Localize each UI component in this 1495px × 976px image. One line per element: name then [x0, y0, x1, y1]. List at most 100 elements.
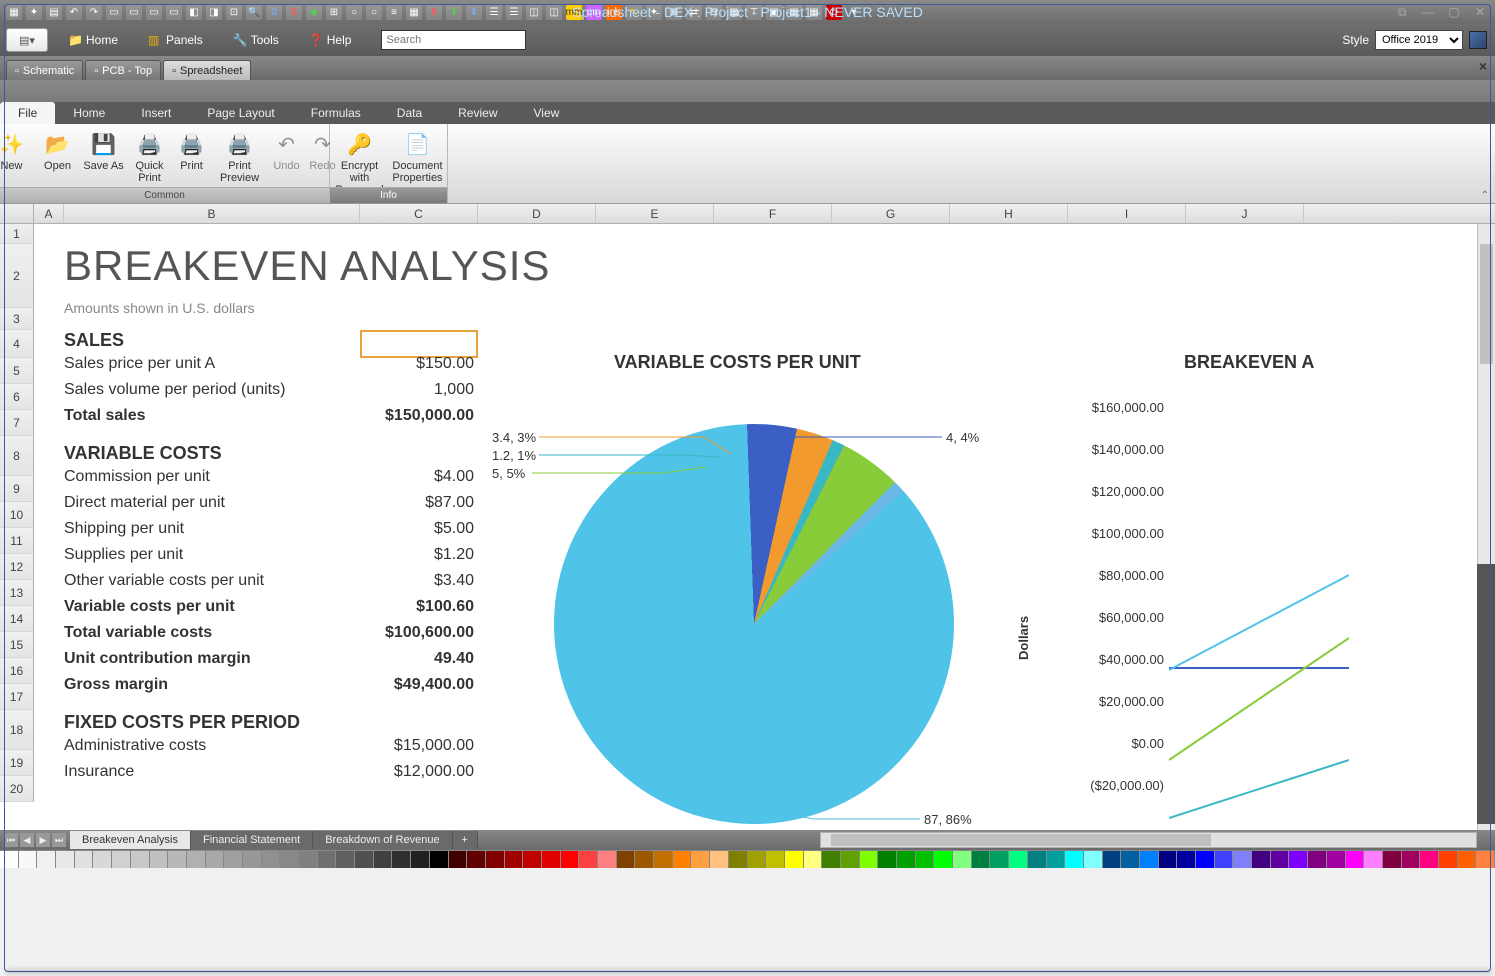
select-all-cell[interactable] [0, 204, 34, 223]
palette-swatch[interactable] [972, 851, 991, 868]
doc-tab[interactable]: ▫Schematic [6, 60, 83, 80]
row-header[interactable]: 3 [0, 308, 34, 330]
row-header[interactable]: 11 [0, 528, 34, 554]
qa-icon[interactable]: ▭ [126, 4, 142, 20]
row-header[interactable]: 1 [0, 224, 34, 244]
palette-swatch[interactable] [112, 851, 131, 868]
ribbon-tab-home[interactable]: Home [55, 102, 123, 124]
palette-swatch[interactable] [355, 851, 374, 868]
palette-swatch[interactable] [505, 851, 524, 868]
palette-swatch[interactable] [1439, 851, 1458, 868]
minimize-icon[interactable]: — [1419, 4, 1437, 20]
palette-swatch[interactable] [673, 851, 692, 868]
palette-swatch[interactable] [1028, 851, 1047, 868]
palette-swatch[interactable] [860, 851, 879, 868]
palette-swatch[interactable] [1346, 851, 1365, 868]
undo-button[interactable]: ↶Undo [269, 128, 305, 184]
row-header[interactable]: 2 [0, 244, 34, 308]
palette-swatch[interactable] [916, 851, 935, 868]
close-tab-icon[interactable]: × [1479, 58, 1487, 74]
undo-icon[interactable]: ↶ [66, 4, 82, 20]
palette-swatch[interactable] [1065, 851, 1084, 868]
palette-swatch[interactable] [990, 851, 1009, 868]
qa-icon[interactable]: ◫ [546, 4, 562, 20]
palette-swatch[interactable] [1009, 851, 1028, 868]
palette-swatch[interactable] [467, 851, 486, 868]
row-header[interactable]: 20 [0, 776, 34, 802]
qa-icon[interactable]: ▭ [166, 4, 182, 20]
app-menu-button[interactable]: ▤▾ [6, 28, 48, 52]
new-button[interactable]: ✨New [0, 128, 35, 184]
column-header[interactable]: B [64, 204, 360, 223]
palette-swatch[interactable] [1159, 851, 1178, 868]
palette-swatch[interactable] [654, 851, 673, 868]
palette-swatch[interactable] [336, 851, 355, 868]
ribbon-tab-file[interactable]: File [0, 102, 55, 124]
palette-swatch[interactable] [243, 851, 262, 868]
qa-icon[interactable]: ▭ [106, 4, 122, 20]
palette-swatch[interactable] [1420, 851, 1439, 868]
palette-swatch[interactable] [1252, 851, 1271, 868]
row-header[interactable]: 9 [0, 476, 34, 502]
doc-tab[interactable]: ▫PCB - Top [85, 60, 161, 80]
row-header[interactable]: 16 [0, 658, 34, 684]
palette-swatch[interactable] [486, 851, 505, 868]
palette-swatch[interactable] [934, 851, 953, 868]
palette-swatch[interactable] [1121, 851, 1140, 868]
palette-swatch[interactable] [280, 851, 299, 868]
palette-swatch[interactable] [449, 851, 468, 868]
palette-swatch[interactable] [785, 851, 804, 868]
sheet-tab[interactable]: Financial Statement [191, 831, 313, 849]
palette-swatch[interactable] [206, 851, 225, 868]
qa-icon[interactable]: ≡ [386, 4, 402, 20]
palette-swatch[interactable] [1177, 851, 1196, 868]
palette-swatch[interactable] [878, 851, 897, 868]
qa-icon[interactable]: ▦ [406, 4, 422, 20]
sheet-content[interactable]: BREAKEVEN ANALYSIS Amounts shown in U.S.… [34, 224, 1495, 830]
menu-home[interactable]: 📁Home [68, 33, 118, 47]
qa-icon[interactable]: ⊞ [326, 4, 342, 20]
menu-tools[interactable]: 🔧Tools [233, 33, 279, 47]
palette-swatch[interactable] [542, 851, 561, 868]
doc-tab[interactable]: ▫Spreadsheet [163, 60, 251, 80]
palette-swatch[interactable] [411, 851, 430, 868]
qa-icon[interactable]: ○ [366, 4, 382, 20]
row-header[interactable]: 14 [0, 606, 34, 632]
palette-swatch[interactable] [953, 851, 972, 868]
ribbon-tab-data[interactable]: Data [379, 102, 440, 124]
qa-icon[interactable]: ◫ [526, 4, 542, 20]
ribbon-tab-insert[interactable]: Insert [123, 102, 189, 124]
palette-swatch[interactable] [392, 851, 411, 868]
print-button[interactable]: 🖨️Print [173, 128, 211, 184]
column-header[interactable]: A [34, 204, 64, 223]
qa-icon[interactable]: ▭ [146, 4, 162, 20]
row-header[interactable]: 8 [0, 436, 34, 476]
palette-swatch[interactable] [168, 851, 187, 868]
column-header[interactable]: D [478, 204, 596, 223]
palette-swatch[interactable] [635, 851, 654, 868]
palette-swatch[interactable] [224, 851, 243, 868]
qa-icon[interactable]: ⇅ [286, 4, 302, 20]
palette-swatch[interactable] [299, 851, 318, 868]
last-sheet-icon[interactable]: ⏭ [52, 833, 66, 847]
ribbon-tab-page-layout[interactable]: Page Layout [189, 102, 292, 124]
palette-swatch[interactable] [1289, 851, 1308, 868]
zoom-icon[interactable]: 🔍 [246, 4, 262, 20]
palette-swatch[interactable] [1271, 851, 1290, 868]
palette-swatch[interactable] [748, 851, 767, 868]
qa-icon[interactable]: ◨ [206, 4, 222, 20]
prev-sheet-icon[interactable]: ◀ [20, 833, 34, 847]
palette-swatch[interactable] [1364, 851, 1383, 868]
column-header[interactable]: C [360, 204, 478, 223]
palette-swatch[interactable] [579, 851, 598, 868]
scroll-thumb[interactable] [831, 834, 1211, 846]
palette-swatch[interactable] [523, 851, 542, 868]
palette-swatch[interactable] [1327, 851, 1346, 868]
palette-swatch[interactable] [1103, 851, 1122, 868]
palette-swatch[interactable] [93, 851, 112, 868]
scroll-thumb[interactable] [1480, 244, 1493, 364]
first-sheet-icon[interactable]: ⏮ [4, 833, 18, 847]
palette-swatch[interactable] [1476, 851, 1495, 868]
horizontal-scrollbar[interactable] [820, 832, 1477, 848]
row-header[interactable]: 19 [0, 750, 34, 776]
